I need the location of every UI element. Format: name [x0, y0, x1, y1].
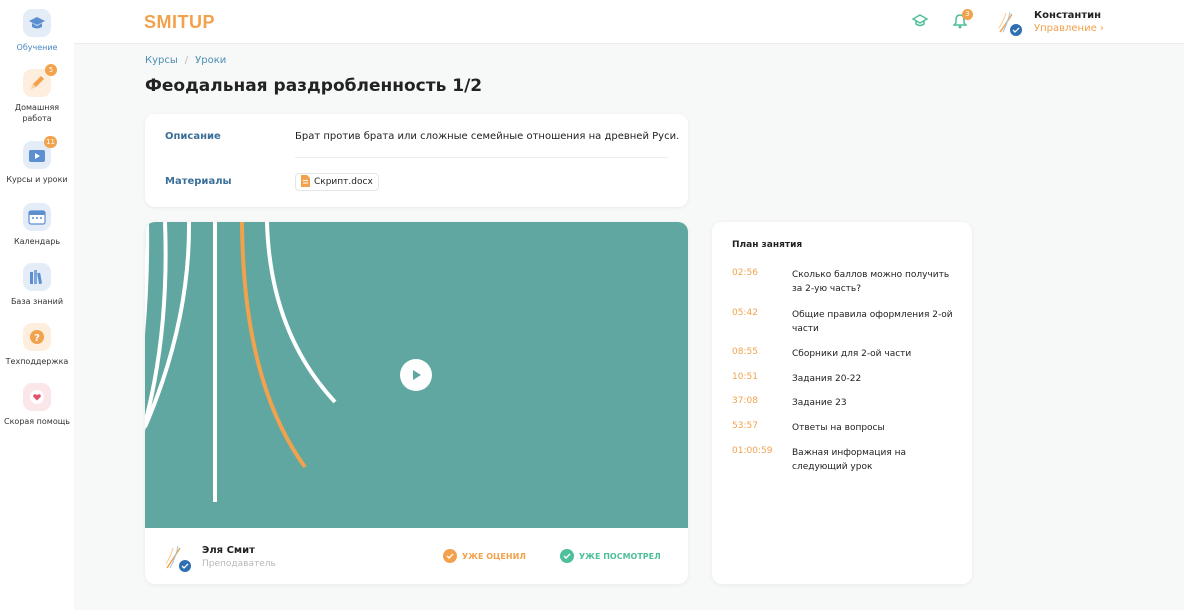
sidebar-item-label: Техподдержка	[5, 357, 69, 366]
plan-item-time: 53:57	[732, 421, 758, 431]
sidebar-item-support[interactable]: ? Техподдержка	[0, 323, 74, 367]
sidebar-item-label: Обучение	[16, 43, 58, 52]
sidebar-item-label: Календарь	[13, 237, 61, 246]
check-icon	[560, 549, 574, 563]
sidebar-item-homework[interactable]: 5 Домашняя работа	[0, 64, 74, 124]
bell-icon[interactable]: 3	[952, 9, 973, 33]
sidebar: Обучение 5 Домашняя работа 11 Курсы и ур…	[0, 0, 74, 610]
plan-item-time: 02:56	[732, 268, 758, 278]
file-name: Скрипт.docx	[314, 177, 373, 187]
watched-status[interactable]: УЖЕ ПОСМОТРЕЛ	[560, 549, 661, 563]
plan-item-text: Общие правила оформления 2-ой части	[792, 310, 953, 334]
plan-item-text: Сборники для 2-ой части	[792, 349, 912, 359]
watched-status-label: УЖЕ ПОСМОТРЕЛ	[579, 551, 661, 561]
plan-item-text: Ответы на вопросы	[792, 423, 885, 433]
question-icon: ?	[23, 323, 51, 351]
heart-icon	[23, 383, 51, 411]
lesson-plan-card: План занятия 02:56 Сколько баллов можно …	[712, 222, 972, 584]
courses-badge: 11	[44, 136, 57, 148]
lesson-info-card: Описание Брат против брата или сложные с…	[145, 114, 688, 207]
graduation-cap-icon	[23, 9, 51, 37]
plan-item-text: Задания 20-22	[792, 374, 862, 384]
description-label: Описание	[165, 131, 221, 142]
plan-item-time: 10:51	[732, 372, 758, 382]
plan-item-text: Сколько баллов можно получить за 2-ую ча…	[792, 270, 950, 294]
sidebar-item-courses[interactable]: 11 Курсы и уроки	[0, 136, 74, 185]
check-icon	[443, 549, 457, 563]
play-icon	[413, 370, 421, 380]
video-icon: 11	[23, 136, 57, 169]
video-player[interactable]	[145, 222, 688, 528]
notification-badge: 3	[962, 9, 973, 20]
graduation-cap-icon[interactable]	[911, 13, 929, 32]
sidebar-item-knowledge[interactable]: База знаний	[0, 263, 74, 307]
chevron-right-icon: ›	[1099, 23, 1104, 34]
books-icon	[23, 263, 51, 291]
divider	[295, 157, 668, 158]
teacher-name: Эля Смит	[202, 545, 255, 556]
plan-item-time: 37:08	[732, 396, 758, 406]
breadcrumb-courses[interactable]: Курсы	[145, 55, 178, 66]
homework-badge: 5	[45, 64, 57, 76]
svg-text:?: ?	[34, 333, 40, 344]
materials-label: Материалы	[165, 176, 232, 187]
sidebar-item-calendar[interactable]: Календарь	[0, 203, 74, 247]
sidebar-item-emergency[interactable]: Скорая помощь	[0, 383, 74, 427]
sidebar-item-label: Скорая помощь	[4, 417, 70, 426]
breadcrumb-separator: /	[184, 55, 189, 66]
play-button[interactable]	[400, 359, 432, 391]
teacher-avatar	[165, 544, 191, 572]
document-icon	[300, 174, 310, 190]
pencil-icon: 5	[23, 64, 57, 97]
rated-status-label: УЖЕ ОЦЕНИЛ	[462, 551, 526, 561]
plan-item-time: 05:42	[732, 308, 758, 318]
user-role-link[interactable]: Управление ›	[1034, 23, 1104, 34]
plan-item-time: 01:00:59	[732, 446, 773, 456]
top-header: SMITUP 3 Константин Управление ›	[74, 0, 1184, 44]
file-attachment[interactable]: Скрипт.docx	[295, 173, 379, 191]
page-title: Феодальная раздробленность 1/2	[145, 76, 483, 96]
teacher-role: Преподаватель	[202, 559, 276, 569]
sidebar-item-label: Домашняя работа	[14, 103, 60, 123]
calendar-icon	[23, 203, 51, 231]
description-text: Брат против брата или сложные семейные о…	[295, 131, 680, 142]
sidebar-item-label: Курсы и уроки	[6, 175, 68, 184]
user-name: Константин	[1034, 10, 1102, 21]
user-role-label: Управление	[1034, 23, 1097, 34]
user-avatar[interactable]	[998, 10, 1022, 36]
breadcrumb: Курсы / Уроки	[145, 55, 226, 66]
video-card: Эля Смит Преподаватель УЖЕ ОЦЕНИЛ УЖЕ ПО…	[145, 222, 688, 584]
logo[interactable]: SMITUP	[144, 12, 215, 33]
breadcrumb-lessons[interactable]: Уроки	[195, 55, 226, 66]
sidebar-item-label: База знаний	[10, 297, 64, 306]
plan-item-text: Задание 23	[792, 398, 847, 408]
plan-item-time: 08:55	[732, 347, 758, 357]
sidebar-item-learning[interactable]: Обучение	[0, 9, 74, 53]
lesson-plan-title: План занятия	[732, 240, 803, 250]
rated-status[interactable]: УЖЕ ОЦЕНИЛ	[443, 549, 526, 563]
plan-item-text: Важная информация на следующий урок	[792, 448, 907, 472]
